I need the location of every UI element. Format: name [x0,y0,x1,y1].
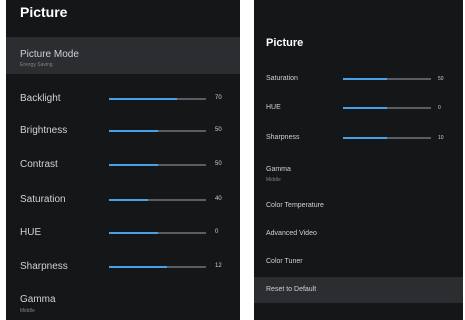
hue-slider[interactable]: HUE 0 [6,219,240,247]
sharpness-slider[interactable]: Sharpness 12 [6,253,240,281]
slider-label: Sharpness [266,134,300,141]
backlight-slider[interactable]: Backlight 70 [6,85,240,113]
slider-track[interactable] [109,199,206,201]
slider-label: Sharpness [20,261,68,272]
saturation-slider[interactable]: Saturation 40 [6,186,240,214]
color-tuner-item[interactable]: Color Tuner [254,251,463,273]
picture-settings-panel-left: Picture Picture Mode Energy Saving Backl… [6,0,240,320]
slider-track[interactable] [343,107,431,109]
slider-value: 0 [215,229,219,235]
gamma-label: Gamma [266,166,291,173]
slider-fill [109,98,177,100]
picture-mode-label: Picture Mode [20,49,79,60]
slider-fill [343,107,387,109]
slider-label: HUE [20,227,42,238]
slider-value: 10 [438,135,444,141]
slider-track[interactable] [109,232,206,234]
gamma-label: Gamma [20,294,56,305]
gamma-value: Middle [266,177,281,183]
brightness-slider[interactable]: Brightness 50 [6,117,240,145]
slider-label: HUE [266,104,281,111]
slider-fill [109,232,158,234]
item-label: Color Temperature [266,202,324,209]
slider-fill [109,164,158,166]
gamma-item[interactable]: Gamma Middle [6,288,240,320]
slider-label: Saturation [266,75,298,82]
item-label: Advanced Video [266,230,317,237]
panel-title: Picture [266,37,304,49]
picture-settings-panel-right: Picture Saturation 50 HUE 0 Sharpness 10… [254,0,463,320]
item-label: Reset to Default [266,286,317,293]
slider-track[interactable] [343,78,431,80]
slider-fill [109,266,168,268]
slider-value: 12 [215,263,222,269]
slider-label: Brightness [20,125,68,136]
slider-track[interactable] [109,130,206,132]
slider-fill [343,137,387,139]
slider-label: Contrast [20,159,58,170]
slider-value: 0 [438,105,441,111]
slider-value: 70 [215,95,222,101]
picture-mode-item[interactable]: Picture Mode Energy Saving [6,37,240,74]
slider-value: 50 [438,76,444,82]
color-temperature-item[interactable]: Color Temperature [254,195,463,217]
reset-to-default-item[interactable]: Reset to Default [254,277,463,303]
panel-title: Picture [20,4,68,20]
slider-label: Backlight [20,93,61,104]
slider-track[interactable] [109,164,206,166]
slider-track[interactable] [109,98,206,100]
slider-value: 50 [215,127,222,133]
slider-fill [109,199,148,201]
slider-track[interactable] [109,266,206,268]
gamma-item[interactable]: Gamma Middle [254,160,463,188]
slider-value: 50 [215,161,222,167]
contrast-slider[interactable]: Contrast 50 [6,151,240,179]
advanced-video-item[interactable]: Advanced Video [254,223,463,245]
slider-fill [109,130,158,132]
slider-value: 40 [215,196,222,202]
sharpness-slider[interactable]: Sharpness 10 [254,127,463,149]
slider-track[interactable] [343,137,431,139]
gamma-value: Middle [20,308,35,314]
slider-fill [343,78,387,80]
picture-mode-value: Energy Saving [20,62,53,68]
saturation-slider[interactable]: Saturation 50 [254,68,463,90]
item-label: Color Tuner [266,258,303,265]
slider-label: Saturation [20,194,66,205]
hue-slider[interactable]: HUE 0 [254,97,463,119]
